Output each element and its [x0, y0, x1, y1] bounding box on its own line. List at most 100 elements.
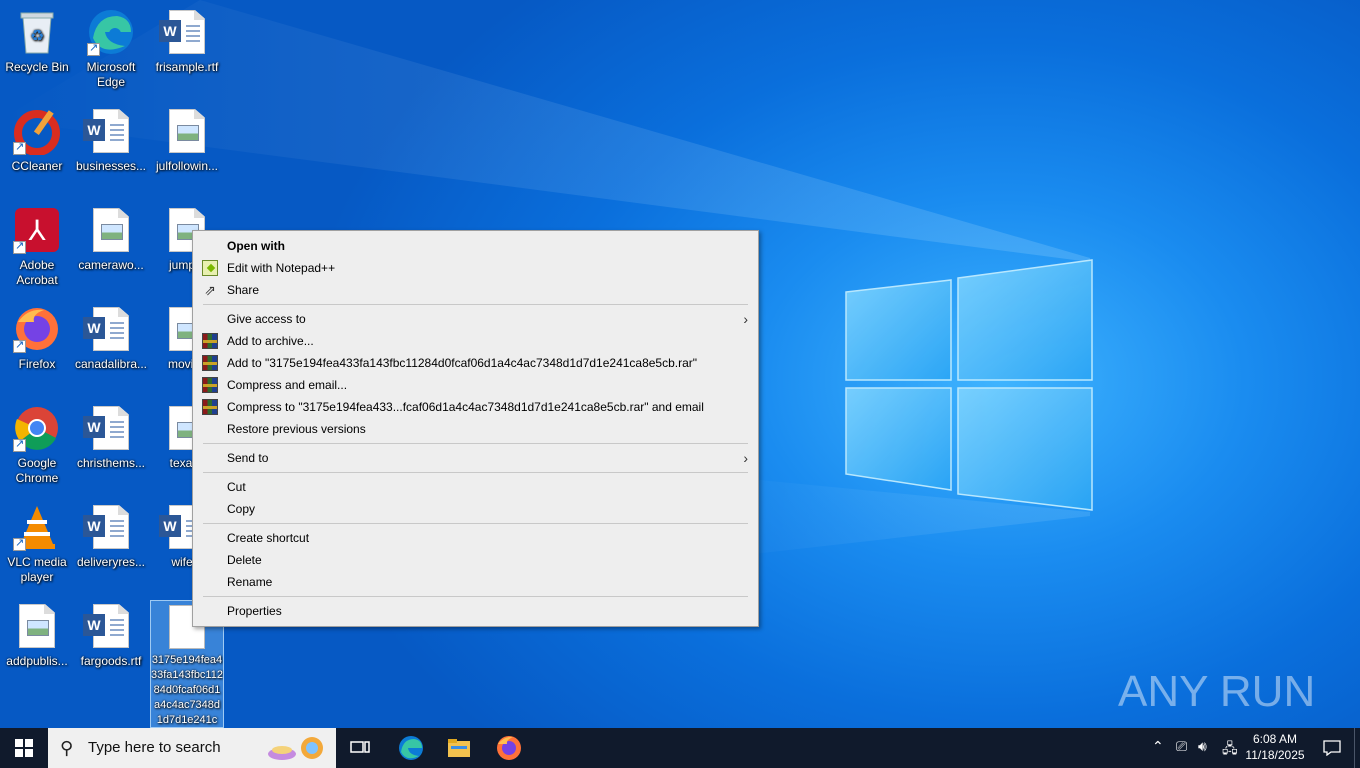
desktop-icon-microsoft-edge[interactable]: Microsoft Edge	[74, 4, 148, 90]
search-box[interactable]: ⚲ Type here to search	[48, 728, 336, 768]
desktop-icon-canadalibra[interactable]: W canadalibra...	[74, 301, 148, 372]
taskbar: ⚲ Type here to search ⌃ ⎚ 🔊︎ 🖧 6:08 AM 1…	[0, 728, 1360, 768]
word-badge-icon: W	[83, 119, 105, 141]
menu-item-label: Create shortcut	[227, 531, 310, 545]
task-view-button[interactable]	[336, 728, 384, 768]
menu-item-create-shortcut[interactable]: Create shortcut	[193, 527, 758, 549]
desktop-icon-vlc[interactable]: VLC media player	[0, 499, 74, 585]
search-icon: ⚲	[60, 738, 74, 758]
menu-item-give-access-to[interactable]: Give access to ›	[193, 308, 758, 330]
menu-item-label: Compress to "3175e194fea433...fcaf06d1a4…	[227, 400, 704, 414]
desktop-icon-label: Google Chrome	[15, 456, 59, 485]
word-doc-icon: W	[83, 503, 135, 551]
svg-text:♻: ♻	[30, 28, 44, 45]
desktop-icon-label: canadalibra...	[74, 357, 148, 371]
desktop-icon-recycle-bin[interactable]: ♻ Recycle Bin	[0, 4, 74, 75]
meet-now-icon[interactable]: ⎚	[1176, 738, 1187, 755]
show-hidden-icons-chevron-icon[interactable]: ⌃	[1152, 738, 1164, 755]
menu-item-compress-to-rar-and-email[interactable]: Compress to "3175e194fea433...fcaf06d1a4…	[193, 396, 758, 418]
word-doc-icon: W	[83, 602, 135, 650]
winrar-icon	[202, 355, 218, 371]
desktop-icon-adobe-acrobat[interactable]: ⅄ Adobe Acrobat	[0, 202, 74, 288]
menu-item-rename[interactable]: Rename	[193, 571, 758, 593]
clock[interactable]: 6:08 AM 11/18/2025	[1240, 731, 1310, 763]
acrobat-icon: ⅄	[13, 206, 61, 254]
desktop-icon-google-chrome[interactable]: Google Chrome	[0, 400, 74, 486]
menu-item-send-to[interactable]: Send to ›	[193, 447, 758, 469]
menu-item-properties[interactable]: Properties	[193, 600, 758, 622]
desktop-icon-label: VLC media player	[7, 555, 67, 584]
winrar-icon	[202, 377, 218, 393]
chrome-icon	[13, 404, 61, 452]
menu-item-edit-with-notepad-plus-plus[interactable]: Edit with Notepad++	[193, 257, 758, 279]
menu-item-add-to-archive[interactable]: Add to archive...	[193, 330, 758, 352]
desktop-icon-businesses[interactable]: W businesses...	[74, 103, 148, 174]
desktop-icon-label: CCleaner	[11, 159, 63, 173]
word-doc-icon: W	[83, 107, 135, 155]
desktop-icon-frisample[interactable]: W frisample.rtf	[150, 4, 224, 75]
network-icon[interactable]: 🖧	[1222, 738, 1238, 762]
desktop-icon-addpublis[interactable]: addpublis...	[0, 598, 74, 669]
winrar-icon	[202, 399, 218, 415]
recycle-bin-icon: ♻	[13, 8, 61, 56]
taskbar-file-explorer-button[interactable]	[435, 728, 483, 768]
desktop-icon-label: frisample.rtf	[155, 60, 219, 74]
menu-item-copy[interactable]: Copy	[193, 498, 758, 520]
menu-separator	[203, 523, 748, 524]
chevron-right-icon: ›	[743, 311, 748, 327]
menu-item-restore-previous-versions[interactable]: Restore previous versions	[193, 418, 758, 440]
word-badge-icon: W	[83, 416, 105, 438]
menu-item-share[interactable]: ⇗ Share	[193, 279, 758, 301]
desktop-icon-deliveryres[interactable]: W deliveryres...	[74, 499, 148, 570]
shortcut-arrow-icon	[13, 140, 26, 155]
word-doc-icon: W	[83, 404, 135, 452]
desktop-icon-label: Adobe Acrobat	[16, 258, 58, 287]
desktop-icon-label: christhems...	[76, 456, 145, 470]
firefox-icon	[13, 305, 61, 353]
show-desktop-button[interactable]	[1354, 728, 1360, 768]
menu-item-cut[interactable]: Cut	[193, 476, 758, 498]
desktop-icon-label: Microsoft Edge	[86, 60, 136, 89]
shortcut-arrow-icon	[13, 536, 26, 551]
desktop-icon-label: Firefox	[18, 357, 56, 371]
word-badge-icon: W	[83, 317, 105, 339]
volume-icon[interactable]: 🔊︎	[1198, 738, 1207, 755]
desktop-icon-firefox[interactable]: Firefox	[0, 301, 74, 372]
taskbar-edge-button[interactable]	[387, 728, 435, 768]
search-highlight-icon	[268, 737, 323, 760]
menu-item-label: Copy	[227, 502, 256, 516]
menu-item-compress-and-email[interactable]: Compress and email...	[193, 374, 758, 396]
menu-item-label: Restore previous versions	[227, 422, 366, 436]
menu-item-label: Give access to	[227, 312, 306, 326]
word-doc-icon: W	[159, 8, 211, 56]
menu-item-label: Send to	[227, 451, 269, 465]
menu-item-delete[interactable]: Delete	[193, 549, 758, 571]
word-badge-icon: W	[83, 614, 105, 636]
menu-item-label: Compress and email...	[227, 378, 348, 392]
menu-item-label: Delete	[227, 553, 262, 567]
file-explorer-icon	[448, 739, 470, 757]
taskbar-firefox-button[interactable]	[485, 728, 533, 768]
desktop-icon-label: fargoods.rtf	[80, 654, 142, 668]
desktop-icon-ccleaner[interactable]: CCleaner	[0, 103, 74, 174]
chevron-right-icon: ›	[743, 450, 748, 466]
menu-separator	[203, 596, 748, 597]
desktop-icon-christhems[interactable]: W christhems...	[74, 400, 148, 471]
desktop-icon-fargoods[interactable]: W fargoods.rtf	[74, 598, 148, 669]
menu-item-label: Open with	[227, 239, 285, 253]
shortcut-arrow-icon	[13, 239, 26, 254]
shortcut-arrow-icon	[13, 338, 26, 353]
start-button[interactable]	[0, 728, 48, 768]
menu-item-open-with[interactable]: Open with	[193, 235, 758, 257]
edge-icon	[399, 736, 423, 760]
menu-item-label: Add to "3175e194fea433fa143fbc11284d0fca…	[227, 356, 698, 370]
desktop-icon-label: businesses...	[75, 159, 147, 173]
desktop-icon-camerawo[interactable]: camerawo...	[74, 202, 148, 273]
menu-item-add-to-rar[interactable]: Add to "3175e194fea433fa143fbc11284d0fca…	[193, 352, 758, 374]
notification-center-button[interactable]	[1312, 728, 1352, 768]
desktop-icon-julfollowin[interactable]: julfollowin...	[150, 103, 224, 174]
word-badge-icon: W	[83, 515, 105, 537]
clock-time: 6:08 AM	[1252, 732, 1298, 746]
menu-item-label: Cut	[227, 480, 246, 494]
menu-separator	[203, 443, 748, 444]
